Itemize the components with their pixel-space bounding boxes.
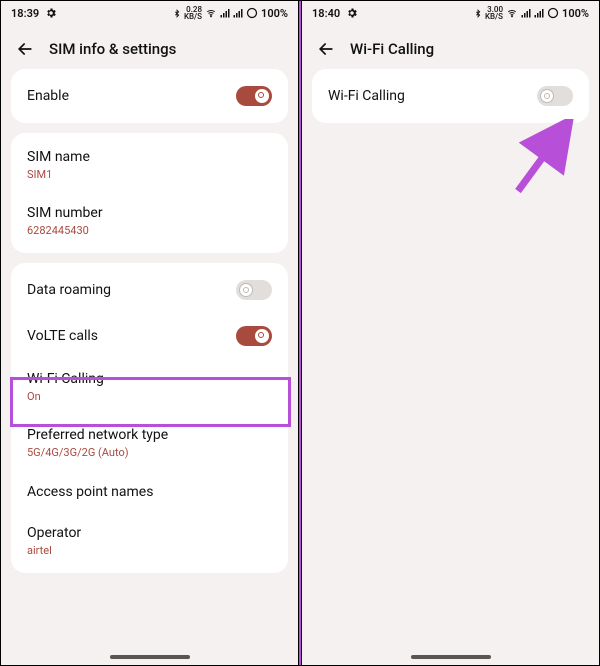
status-battery: 100%	[261, 7, 288, 20]
battery-icon	[246, 7, 258, 19]
row-wifi-calling[interactable]: Wi-Fi Calling	[312, 73, 589, 119]
nav-pill[interactable]	[411, 655, 491, 659]
enable-label: Enable	[27, 88, 69, 104]
pref-network-label: Preferred network type	[27, 427, 168, 443]
settings-content: Wi-Fi Calling	[302, 69, 599, 665]
card-enable: Enable	[11, 69, 288, 123]
page-header: SIM info & settings	[1, 25, 298, 69]
sim-name-value: SIM1	[27, 168, 52, 181]
status-time: 18:39	[11, 7, 39, 20]
operator-label: Operator	[27, 525, 81, 541]
sim-number-label: SIM number	[27, 205, 103, 221]
signal-icon	[521, 8, 531, 18]
bluetooth-icon	[474, 8, 482, 19]
row-sim-name[interactable]: SIM name SIM1	[11, 137, 288, 193]
card-wifi-calling: Wi-Fi Calling	[312, 69, 589, 123]
volte-label: VoLTE calls	[27, 328, 98, 344]
row-wifi-calling[interactable]: Wi-Fi Calling On	[11, 359, 288, 415]
row-operator[interactable]: Operator airtel	[11, 513, 288, 569]
bluetooth-icon	[173, 8, 181, 19]
row-sim-number[interactable]: SIM number 6282445430	[11, 193, 288, 249]
row-apn[interactable]: Access point names	[11, 471, 288, 513]
operator-value: airtel	[27, 544, 52, 557]
status-speed: 0.28KB/S	[184, 6, 202, 20]
volte-toggle[interactable]	[236, 326, 272, 346]
apn-label: Access point names	[27, 484, 153, 500]
status-time: 18:40	[312, 7, 340, 20]
wifi-calling-value: On	[27, 390, 41, 403]
signal-icon-2	[534, 8, 544, 18]
back-button[interactable]	[15, 39, 35, 59]
wifi-icon	[506, 8, 518, 18]
phone-left: 18:39 0.28KB/S 100%	[1, 1, 299, 665]
row-volte[interactable]: VoLTE calls	[11, 313, 288, 359]
pref-network-value: 5G/4G/3G/2G (Auto)	[27, 446, 129, 459]
nav-pill[interactable]	[110, 655, 190, 659]
data-roaming-label: Data roaming	[27, 282, 111, 298]
back-button[interactable]	[316, 39, 336, 59]
status-speed: 3.00KB/S	[485, 6, 503, 20]
card-network: Data roaming VoLTE calls Wi-Fi Calling O…	[11, 263, 288, 573]
row-pref-network[interactable]: Preferred network type 5G/4G/3G/2G (Auto…	[11, 415, 288, 471]
row-enable[interactable]: Enable	[11, 73, 288, 119]
wifi-icon	[205, 8, 217, 18]
status-bar: 18:39 0.28KB/S 100%	[1, 1, 298, 25]
wifi-calling-label: Wi-Fi Calling	[328, 88, 405, 104]
card-sim-info: SIM name SIM1 SIM number 6282445430	[11, 133, 288, 253]
sim-number-value: 6282445430	[27, 224, 89, 237]
sim-name-label: SIM name	[27, 149, 90, 165]
phone-right: 18:40 3.00KB/S 100%	[301, 1, 599, 665]
gear-icon	[45, 7, 57, 19]
wifi-calling-toggle[interactable]	[537, 86, 573, 106]
page-title: SIM info & settings	[49, 40, 176, 58]
page-header: Wi-Fi Calling	[302, 25, 599, 69]
settings-content: Enable SIM name SIM1 SIM number 62824454…	[1, 69, 298, 665]
battery-icon	[547, 7, 559, 19]
signal-icon-2	[233, 8, 243, 18]
gear-icon	[346, 7, 358, 19]
signal-icon	[220, 8, 230, 18]
enable-toggle[interactable]	[236, 86, 272, 106]
status-battery: 100%	[562, 7, 589, 20]
wifi-calling-label: Wi-Fi Calling	[27, 371, 104, 387]
data-roaming-toggle[interactable]	[236, 280, 272, 300]
status-bar: 18:40 3.00KB/S 100%	[302, 1, 599, 25]
page-title: Wi-Fi Calling	[350, 40, 434, 58]
row-data-roaming[interactable]: Data roaming	[11, 267, 288, 313]
